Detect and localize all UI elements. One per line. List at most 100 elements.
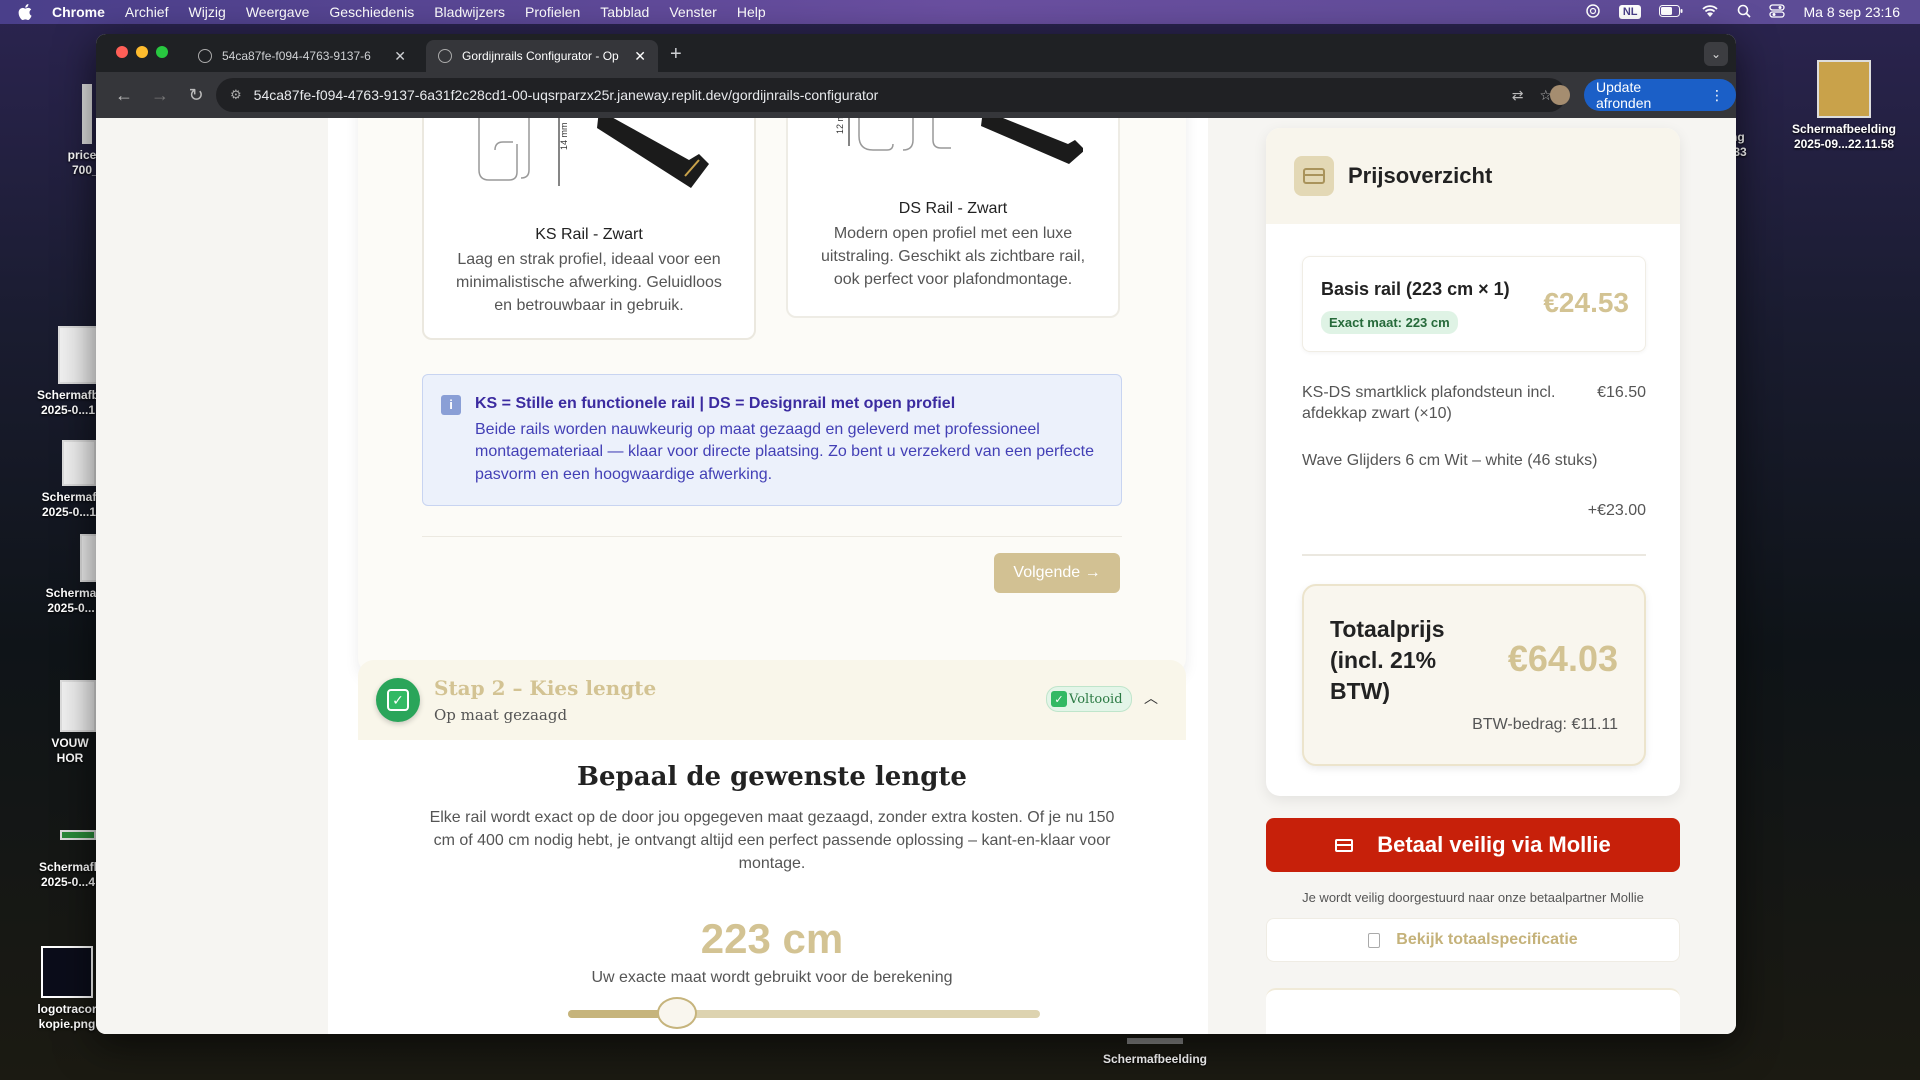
update-button-label: Update afronden <box>1596 79 1652 111</box>
pay-mollie-button[interactable]: Betaal veilig via Mollie <box>1266 818 1680 872</box>
price-overview-title: Prijsoverzicht <box>1348 163 1493 188</box>
base-rail-row: Basis rail (223 cm × 1) Exact maat: 223 … <box>1302 256 1646 352</box>
menu-profielen[interactable]: Profielen <box>525 4 580 20</box>
close-window-button[interactable] <box>116 46 128 58</box>
vat-amount: BTW-bedrag: €11.11 <box>1472 716 1618 733</box>
tab-title: 54ca87fe-f094-4763-9137-6 <box>222 49 371 63</box>
wifi-icon[interactable] <box>1701 4 1719 21</box>
tab-gordijnrails[interactable]: Gordijnrails Configurator - Op ✕ <box>426 40 658 72</box>
menu-venster[interactable]: Venster <box>669 4 716 20</box>
menubar: Chrome Archief Wijzig Weergave Geschiede… <box>0 0 1920 24</box>
menu-archief[interactable]: Archief <box>125 4 169 20</box>
desktop-icon-partial[interactable]: ng .33 <box>1730 130 1770 160</box>
total-label: Totaalprijs (incl. 21% BTW) <box>1330 616 1445 704</box>
site-settings-icon[interactable]: ⚙ <box>230 87 242 103</box>
desktop-icon-screenshot-5[interactable]: Schermafbeelding 2025-09...22.11.58 <box>1774 60 1914 152</box>
price-overview-header: Prijsoverzicht <box>1266 128 1680 224</box>
desktop-icon-label: VOUW HOR <box>51 736 89 765</box>
chevron-up-icon[interactable]: ︿ <box>1144 688 1158 708</box>
more-vert-icon[interactable]: ⋮ <box>1710 87 1724 104</box>
step-complete-icon: ✓ <box>376 678 420 722</box>
translate-icon[interactable]: ⇄ <box>1512 87 1524 104</box>
length-hint: Uw exacte maat wordt gebruikt voor de be… <box>591 969 953 986</box>
menu-help[interactable]: Help <box>737 4 766 20</box>
info-text: Beide rails worden nauwkeurig op maat ge… <box>475 420 1094 483</box>
close-tab-icon[interactable]: ✕ <box>394 48 406 65</box>
new-tab-button[interactable]: + <box>670 43 682 66</box>
pay-note: Je wordt veilig doorgestuurd naar onze b… <box>1302 890 1644 905</box>
rail-title: DS Rail - Zwart <box>898 200 1008 217</box>
spotlight-search-icon[interactable] <box>1737 4 1752 21</box>
length-slider[interactable] <box>568 997 1040 1029</box>
minimize-window-button[interactable] <box>136 46 148 58</box>
base-rail-label: Basis rail (223 cm × 1) <box>1321 279 1510 299</box>
desktop-icon-label: Schermaf 2025-0...1 <box>41 490 97 519</box>
address-bar[interactable]: ⚙ 54ca87fe-f094-4763-9137-6a31f2c28cd1-0… <box>216 78 1566 112</box>
menu-bladwijzers[interactable]: Bladwijzers <box>434 4 505 20</box>
reload-icon[interactable]: ↻ <box>178 85 214 106</box>
tab-replit[interactable]: 54ca87fe-f094-4763-9137-6 ✕ <box>186 40 418 72</box>
url-text[interactable]: 54ca87fe-f094-4763-9137-6a31f2c28cd1-00-… <box>254 87 1496 103</box>
page-viewport: 14 mm KS Rail - Zwart Laag en strak prof… <box>96 118 1736 1034</box>
length-description: Elke rail wordt exact op de door jou opg… <box>429 809 1115 872</box>
step2-header[interactable]: ✓ Stap 2 – Kies lengte Op maat gezaagd ✓… <box>358 660 1186 740</box>
status-badge-label: Voltooid <box>1069 691 1123 707</box>
back-icon[interactable]: ← <box>106 85 142 106</box>
file-thumbnail <box>62 440 96 486</box>
pay-button-label: Betaal veilig via Mollie <box>1377 832 1611 857</box>
file-thumbnail <box>41 946 93 998</box>
info-icon: i <box>441 395 461 415</box>
tab-search-button[interactable]: ⌄ <box>1704 42 1728 66</box>
control-center-icon[interactable] <box>1769 3 1786 21</box>
file-thumbnail <box>60 830 96 840</box>
ks-rail-illustration: 14 mm <box>478 118 709 188</box>
spec-button-label: Bekijk totaalspecificatie <box>1396 931 1578 948</box>
globe-icon <box>198 49 212 63</box>
base-rail-price: €24.53 <box>1543 287 1629 318</box>
credit-card-icon <box>1294 156 1334 196</box>
tab-strip: 54ca87fe-f094-4763-9137-6 ✕ Gordijnrails… <box>96 34 1736 72</box>
length-heading: Bepaal de gewenste lengte <box>577 762 967 792</box>
menu-geschiedenis[interactable]: Geschiedenis <box>329 4 414 20</box>
desktop-icon-label: Schermafbeelding 2025-09...22.11.58 <box>1791 122 1897 151</box>
view-specification-button[interactable]: Bekijk totaalspecificatie <box>1266 918 1680 962</box>
file-thumbnail <box>58 326 98 384</box>
price-overview-card: Prijsoverzicht Basis rail (223 cm × 1) E… <box>1266 128 1680 796</box>
menu-weergave[interactable]: Weergave <box>246 4 310 20</box>
rail-option-ds[interactable]: 12 m DS Rail - Zwart Modern open profiel… <box>786 118 1120 318</box>
menu-app-chrome[interactable]: Chrome <box>52 4 105 20</box>
input-language-badge[interactable]: NL <box>1618 5 1642 19</box>
browser-toolbar: ← → ↻ ⚙ 54ca87fe-f094-4763-9137-6a31f2c2… <box>96 72 1736 118</box>
credit-card-icon <box>1335 838 1354 852</box>
menubar-clock[interactable]: Ma 8 sep 23:16 <box>1803 4 1900 20</box>
rail-info-box: i KS = Stille en functionele rail | DS =… <box>422 374 1122 506</box>
rail-option-ks[interactable]: 14 mm KS Rail - Zwart Laag en strak prof… <box>422 118 756 340</box>
line-item-label: KS-DS smartklick plafondsteun incl. afde… <box>1302 384 1556 422</box>
desktop-icon-label: logotracor kopie.png <box>37 1002 97 1031</box>
battery-icon[interactable] <box>1659 4 1683 20</box>
next-card <box>1266 988 1680 1034</box>
apple-icon[interactable] <box>18 4 34 20</box>
zoom-window-button[interactable] <box>156 46 168 58</box>
next-button[interactable]: Volgende → <box>994 553 1120 593</box>
window-controls <box>116 46 168 58</box>
menu-wijzig[interactable]: Wijzig <box>188 4 225 20</box>
forward-icon[interactable]: → <box>142 85 178 106</box>
info-title: KS = Stille en functionele rail | DS = D… <box>475 395 956 412</box>
desktop-icon-screenshot-6[interactable]: Schermafbeelding <box>1090 1038 1220 1067</box>
profile-avatar[interactable] <box>1550 85 1570 105</box>
rail-title: KS Rail - Zwart <box>535 226 643 243</box>
openai-icon[interactable] <box>1585 3 1601 22</box>
rail-description: Laag en strak profiel, ideaal voor een m… <box>456 251 722 314</box>
desktop-icon-label: Schermafb 2025-0...1 <box>36 388 100 417</box>
tab-title: Gordijnrails Configurator - Op <box>462 49 619 63</box>
rail-description: Modern open profiel met een luxe uitstra… <box>820 225 1086 288</box>
step2-body: Bepaal de gewenste lengte Elke rail word… <box>358 740 1186 1034</box>
status-badge: ✓ Voltooid <box>1046 686 1132 712</box>
file-thumbnail <box>60 680 96 732</box>
step2-subtitle: Op maat gezaagd <box>434 706 568 724</box>
close-tab-icon[interactable]: ✕ <box>634 48 646 65</box>
slider-handle[interactable] <box>656 997 697 1029</box>
menu-tabblad[interactable]: Tabblad <box>600 4 649 20</box>
update-button[interactable]: Update afronden ⋮ <box>1584 79 1736 111</box>
